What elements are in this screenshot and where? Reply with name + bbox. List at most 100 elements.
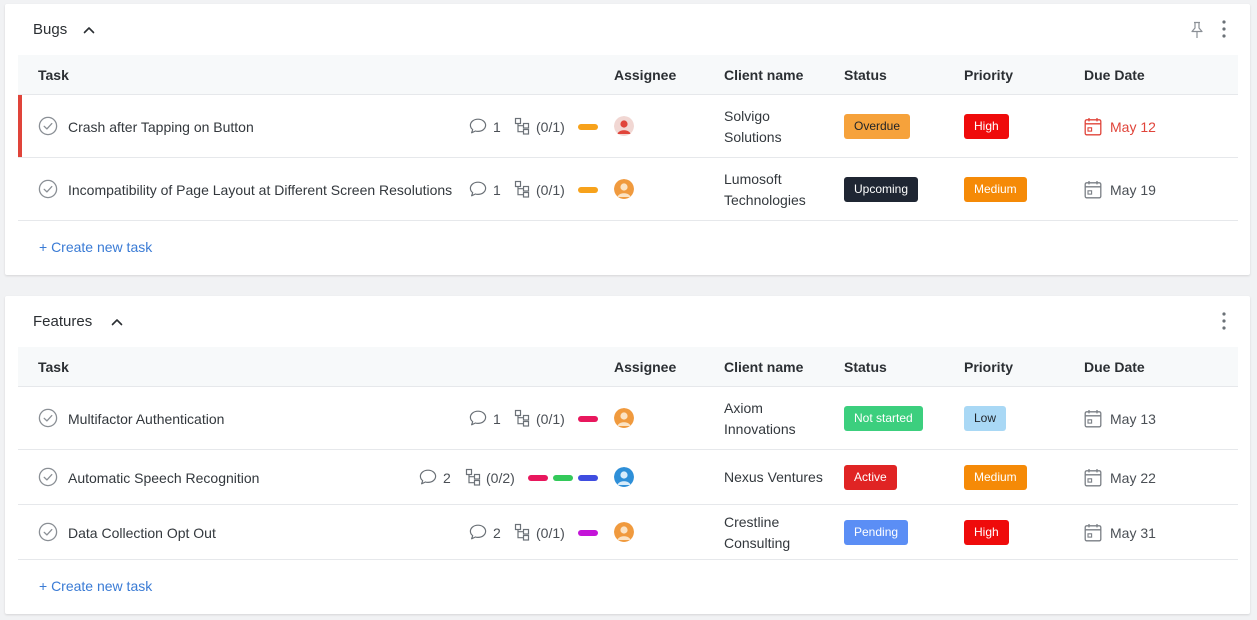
subtask-icon[interactable] [514, 180, 530, 198]
table-header: Task Assignee Client name Status Priorit… [18, 347, 1238, 387]
status-badge[interactable]: Not started [844, 406, 923, 431]
subtask-icon[interactable] [514, 523, 530, 541]
tag-pill[interactable] [578, 530, 598, 536]
bugs-section: Bugs Task Assignee Client name Status Pr… [5, 4, 1250, 275]
due-date[interactable]: May 22 [1110, 470, 1156, 486]
comment-count: 2 [443, 470, 451, 486]
col-client: Client name [724, 67, 804, 83]
tag-pill[interactable] [578, 124, 598, 130]
tag-pill[interactable] [553, 475, 573, 481]
more-options-icon[interactable] [1216, 311, 1232, 331]
task-name[interactable]: Crash after Tapping on Button [68, 119, 254, 135]
client-line: Nexus Ventures [724, 469, 823, 485]
task-name[interactable]: Incompatibility of Page Layout at Differ… [68, 182, 452, 198]
priority-badge[interactable]: Medium [964, 177, 1027, 202]
tag-pill[interactable] [578, 475, 598, 481]
client-line: Crestline [724, 514, 780, 530]
avatar[interactable] [614, 522, 634, 542]
due-date[interactable]: May 31 [1110, 525, 1156, 541]
tag-pill[interactable] [578, 187, 598, 193]
create-task-link[interactable]: + Create new task [39, 239, 152, 255]
client-line: Consulting [724, 535, 791, 551]
col-status: Status [844, 359, 887, 375]
complete-check-icon[interactable] [38, 467, 58, 487]
col-status: Status [844, 67, 887, 83]
priority-badge[interactable]: Medium [964, 465, 1027, 490]
table-row[interactable]: Incompatibility of Page Layout at Differ… [18, 158, 1238, 221]
comment-count: 2 [493, 525, 501, 541]
table-row[interactable]: Automatic Speech Recognition 2 (0/2) Nex… [18, 450, 1238, 505]
calendar-icon[interactable] [1084, 117, 1102, 136]
comment-icon[interactable] [419, 468, 437, 486]
col-due-date: Due Date [1084, 67, 1145, 83]
client-line: Technologies [724, 192, 806, 208]
priority-badge[interactable]: Low [964, 406, 1007, 431]
chevron-up-icon[interactable] [109, 314, 125, 330]
complete-check-icon[interactable] [38, 116, 58, 136]
subtask-icon[interactable] [514, 409, 530, 427]
bugs-header: Bugs [5, 4, 1250, 54]
client-line: Solvigo [724, 108, 770, 124]
more-options-icon[interactable] [1216, 19, 1232, 39]
col-due-date: Due Date [1084, 359, 1145, 375]
comment-count: 1 [493, 411, 501, 427]
client-name: Nexus Ventures [724, 467, 844, 488]
avatar[interactable] [614, 179, 634, 199]
features-section: Features Task Assignee Client name Statu… [5, 296, 1250, 614]
client-line: Solutions [724, 129, 782, 145]
col-priority: Priority [964, 359, 1014, 375]
avatar[interactable] [614, 116, 634, 136]
chevron-up-icon[interactable] [81, 22, 97, 38]
table-header: Task Assignee Client name Status Priorit… [18, 55, 1238, 95]
col-client: Client name [724, 359, 804, 375]
client-name: Solvigo Solutions [724, 106, 834, 148]
table-row[interactable]: Multifactor Authentication 1 (0/1) Axiom… [18, 387, 1238, 450]
table-row[interactable]: Data Collection Opt Out 2 (0/1) Crestlin… [18, 505, 1238, 560]
pin-icon[interactable] [1188, 21, 1206, 39]
complete-check-icon[interactable] [38, 408, 58, 428]
calendar-icon[interactable] [1084, 180, 1102, 199]
subtask-count: (0/1) [536, 411, 565, 427]
priority-badge[interactable]: High [964, 520, 1009, 545]
create-task-link[interactable]: + Create new task [39, 578, 152, 594]
subtask-count: (0/1) [536, 182, 565, 198]
task-name[interactable]: Data Collection Opt Out [68, 525, 216, 541]
tag-pill[interactable] [528, 475, 548, 481]
task-name[interactable]: Multifactor Authentication [68, 411, 224, 427]
subtask-icon[interactable] [514, 117, 530, 135]
client-name: Lumosoft Technologies [724, 169, 834, 211]
complete-check-icon[interactable] [38, 522, 58, 542]
table-row[interactable]: Crash after Tapping on Button 1 (0/1) So… [18, 95, 1238, 158]
calendar-icon[interactable] [1084, 409, 1102, 428]
priority-badge[interactable]: High [964, 114, 1009, 139]
tag-pill[interactable] [578, 416, 598, 422]
status-badge[interactable]: Active [844, 465, 897, 490]
avatar[interactable] [614, 408, 634, 428]
client-name: Crestline Consulting [724, 512, 834, 554]
status-badge[interactable]: Pending [844, 520, 909, 545]
comment-icon[interactable] [469, 409, 487, 427]
due-date[interactable]: May 13 [1110, 411, 1156, 427]
col-task: Task [38, 67, 69, 83]
comment-count: 1 [493, 119, 501, 135]
subtask-count: (0/1) [536, 119, 565, 135]
col-priority: Priority [964, 67, 1014, 83]
comment-icon[interactable] [469, 523, 487, 541]
client-name: Axiom Innovations [724, 398, 834, 440]
section-title: Features [33, 313, 93, 330]
subtask-count: (0/2) [486, 470, 515, 486]
status-badge[interactable]: Overdue [844, 114, 911, 139]
status-badge[interactable]: Upcoming [844, 177, 919, 202]
comment-icon[interactable] [469, 180, 487, 198]
avatar[interactable] [614, 467, 634, 487]
task-name[interactable]: Automatic Speech Recognition [68, 470, 259, 486]
due-date[interactable]: May 12 [1110, 119, 1156, 135]
calendar-icon[interactable] [1084, 523, 1102, 542]
subtask-icon[interactable] [465, 468, 481, 486]
due-date[interactable]: May 19 [1110, 182, 1156, 198]
comment-icon[interactable] [469, 117, 487, 135]
client-line: Innovations [724, 421, 796, 437]
overdue-flag [18, 95, 22, 157]
complete-check-icon[interactable] [38, 179, 58, 199]
calendar-icon[interactable] [1084, 468, 1102, 487]
